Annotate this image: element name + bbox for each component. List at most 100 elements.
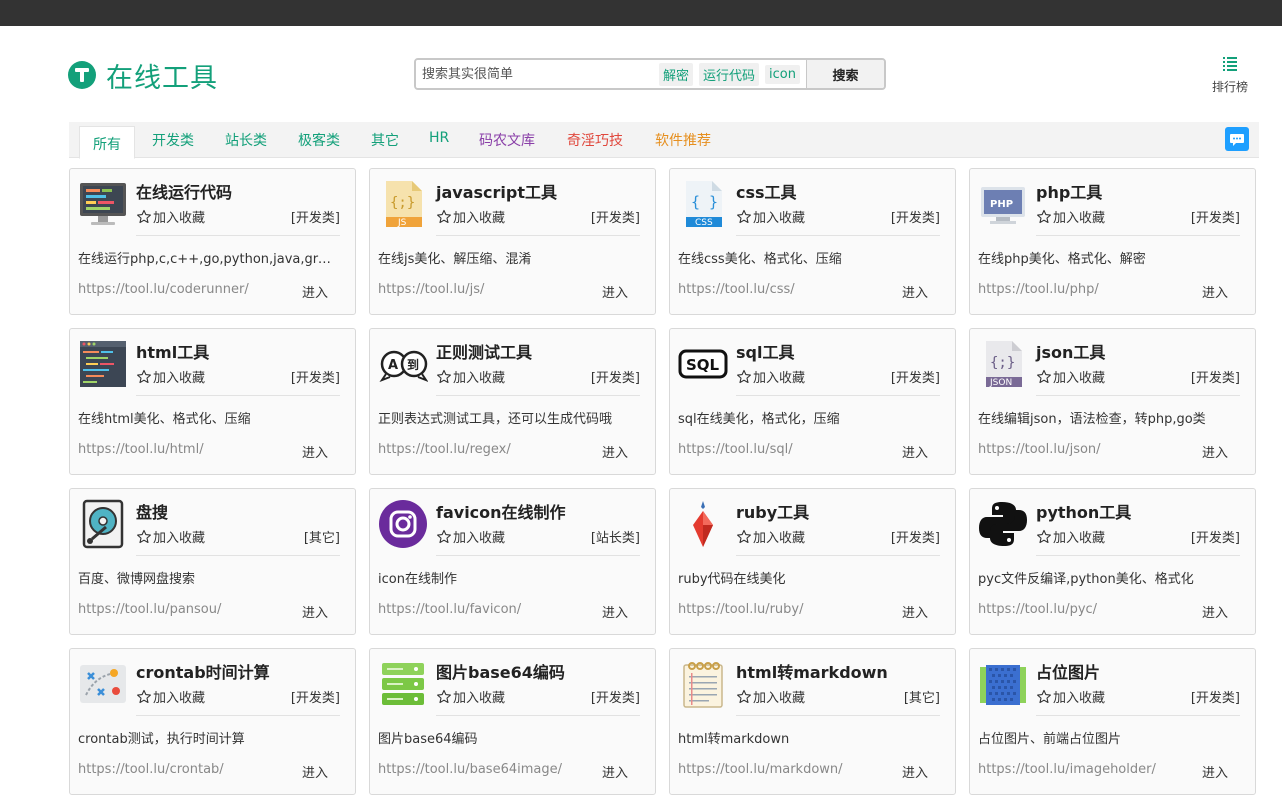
css-file-icon[interactable]: { } CSS [678, 179, 728, 229]
database-icon[interactable] [378, 659, 428, 709]
php-icon[interactable]: PHP [978, 179, 1028, 229]
favorite-button[interactable]: 加入收藏 [436, 367, 505, 386]
card-title[interactable]: 在线运行代码 [136, 179, 232, 203]
card-title[interactable]: html转markdown [736, 659, 888, 683]
card-title[interactable]: python工具 [1036, 499, 1131, 523]
python-icon[interactable] [978, 499, 1028, 549]
favorite-button[interactable]: 加入收藏 [436, 207, 505, 226]
logo[interactable]: 在线工具 [68, 58, 218, 94]
favorite-button[interactable]: 加入收藏 [136, 527, 205, 546]
chat-button[interactable] [1225, 127, 1249, 151]
card-url[interactable]: https://tool.lu/imageholder/ [978, 762, 1156, 777]
favorite-button[interactable]: 加入收藏 [1036, 207, 1105, 226]
enter-link[interactable]: 进入 [302, 762, 328, 781]
favorite-button[interactable]: 加入收藏 [436, 687, 505, 706]
card-url[interactable]: https://tool.lu/pansou/ [78, 602, 221, 617]
tool-card[interactable]: {;} JSON json工具 加入收藏 [开发类] 在线编辑json，语法检查，转php… [969, 328, 1256, 475]
enter-link[interactable]: 进入 [602, 442, 628, 461]
tool-card[interactable]: PHP php工具 加入收藏 [开发类] 在线php美化、格式化、解密 https://t… [969, 168, 1256, 315]
card-title[interactable]: sql工具 [736, 339, 794, 363]
card-url[interactable]: https://tool.lu/php/ [978, 282, 1099, 297]
card-title[interactable]: json工具 [1036, 339, 1105, 363]
card-title[interactable]: 正则测试工具 [436, 339, 532, 363]
card-title[interactable]: 盘搜 [136, 499, 168, 523]
enter-link[interactable]: 进入 [302, 442, 328, 461]
search-button[interactable]: 搜索 [806, 60, 884, 88]
enter-link[interactable]: 进入 [602, 762, 628, 781]
card-url[interactable]: https://tool.lu/markdown/ [678, 762, 843, 777]
card-url[interactable]: https://tool.lu/base64image/ [378, 762, 562, 777]
card-title[interactable]: ruby工具 [736, 499, 809, 523]
quick-link-run-code[interactable]: 运行代码 [699, 62, 760, 86]
enter-link[interactable]: 进入 [302, 282, 328, 301]
tab-tricks[interactable]: 奇淫巧技 [567, 130, 623, 150]
favorite-button[interactable]: 加入收藏 [736, 367, 805, 386]
tool-card[interactable]: favicon在线制作 加入收藏 [站长类] icon在线制作 https://tool… [369, 488, 656, 635]
enter-link[interactable]: 进入 [902, 602, 928, 621]
strategy-board-icon[interactable] [78, 659, 128, 709]
enter-link[interactable]: 进入 [902, 282, 928, 301]
enter-link[interactable]: 进入 [1202, 442, 1228, 461]
regex-bubble-icon[interactable]: A到 [378, 339, 429, 389]
favorite-button[interactable]: 加入收藏 [136, 687, 205, 706]
tool-card[interactable]: html转markdown 加入收藏 [其它] html转markdown https:… [669, 648, 956, 795]
tab-all[interactable]: 所有 [79, 126, 135, 159]
hard-disk-icon[interactable] [78, 499, 128, 549]
enter-link[interactable]: 进入 [602, 602, 628, 621]
tab-library[interactable]: 码农文库 [479, 130, 535, 150]
card-title[interactable]: php工具 [1036, 179, 1102, 203]
tab-other[interactable]: 其它 [371, 130, 399, 150]
card-title[interactable]: favicon在线制作 [436, 499, 566, 523]
json-file-icon[interactable]: {;} JSON [978, 339, 1028, 389]
card-url[interactable]: https://tool.lu/favicon/ [378, 602, 521, 617]
tool-card[interactable]: 占位图片 加入收藏 [开发类] 占位图片、前端占位图片 https://tool.lu/… [969, 648, 1256, 795]
favorite-button[interactable]: 加入收藏 [436, 527, 505, 546]
rank-button[interactable]: 排行榜 [1208, 55, 1252, 95]
card-title[interactable]: crontab时间计算 [136, 659, 270, 683]
card-url[interactable]: https://tool.lu/pyc/ [978, 602, 1097, 617]
favorite-button[interactable]: 加入收藏 [736, 687, 805, 706]
tool-card[interactable]: {;} JS javascript工具 加入收藏 [开发类] 在线js美化、解压缩、混淆 h… [369, 168, 656, 315]
ruby-gem-icon[interactable] [678, 499, 728, 549]
enter-link[interactable]: 进入 [602, 282, 628, 301]
tool-card[interactable]: ruby工具 加入收藏 [开发类] ruby代码在线美化 https://tool.lu… [669, 488, 956, 635]
tab-geek[interactable]: 极客类 [298, 130, 340, 150]
tab-software[interactable]: 软件推荐 [655, 130, 711, 150]
sql-icon[interactable]: SQL [678, 339, 728, 389]
tool-card[interactable]: html工具 加入收藏 [开发类] 在线html美化、格式化、压缩 https://to… [69, 328, 356, 475]
card-url[interactable]: https://tool.lu/js/ [378, 282, 484, 297]
tool-card[interactable]: A 到正则测试工具 加入收藏 [开发类] 正则表达式测试工具，还可以生成代码哦 https… [369, 328, 656, 475]
enter-link[interactable]: 进入 [1202, 762, 1228, 781]
tool-card[interactable]: 盘搜 加入收藏 [其它] 百度、微博网盘搜索 https://tool.lu/panso… [69, 488, 356, 635]
favorite-button[interactable]: 加入收藏 [1036, 687, 1105, 706]
enter-link[interactable]: 进入 [902, 442, 928, 461]
tool-card[interactable]: 在线运行代码 加入收藏 [开发类] 在线运行php,c,c++,go,python,j… [69, 168, 356, 315]
monitor-code-icon[interactable] [78, 179, 128, 229]
tool-card[interactable]: { } CSS css工具 加入收藏 [开发类] 在线css美化、格式化、压缩 https:… [669, 168, 956, 315]
card-url[interactable]: https://tool.lu/regex/ [378, 442, 511, 457]
favorite-button[interactable]: 加入收藏 [136, 367, 205, 386]
card-title[interactable]: 图片base64编码 [436, 659, 565, 683]
quick-link-icon[interactable]: icon [765, 64, 800, 84]
enter-link[interactable]: 进入 [1202, 282, 1228, 301]
enter-link[interactable]: 进入 [302, 602, 328, 621]
tab-webmaster[interactable]: 站长类 [225, 130, 267, 150]
tool-card[interactable]: SQL sql工具 加入收藏 [开发类] sql在线美化，格式化，压缩 https://t… [669, 328, 956, 475]
card-title[interactable]: 占位图片 [1036, 659, 1100, 683]
favorite-button[interactable]: 加入收藏 [736, 207, 805, 226]
card-url[interactable]: https://tool.lu/html/ [78, 442, 204, 457]
tool-card[interactable]: 图片base64编码 加入收藏 [开发类] 图片base64编码 https://too… [369, 648, 656, 795]
card-title[interactable]: html工具 [136, 339, 209, 363]
enter-link[interactable]: 进入 [902, 762, 928, 781]
card-title[interactable]: javascript工具 [436, 179, 557, 203]
card-url[interactable]: https://tool.lu/coderunner/ [78, 282, 249, 297]
tab-dev[interactable]: 开发类 [152, 130, 194, 150]
card-title[interactable]: css工具 [736, 179, 797, 203]
enter-link[interactable]: 进入 [1202, 602, 1228, 621]
card-url[interactable]: https://tool.lu/ruby/ [678, 602, 804, 617]
card-url[interactable]: https://tool.lu/sql/ [678, 442, 793, 457]
favorite-button[interactable]: 加入收藏 [1036, 527, 1105, 546]
card-url[interactable]: https://tool.lu/crontab/ [78, 762, 224, 777]
card-url[interactable]: https://tool.lu/css/ [678, 282, 795, 297]
favorite-button[interactable]: 加入收藏 [1036, 367, 1105, 386]
